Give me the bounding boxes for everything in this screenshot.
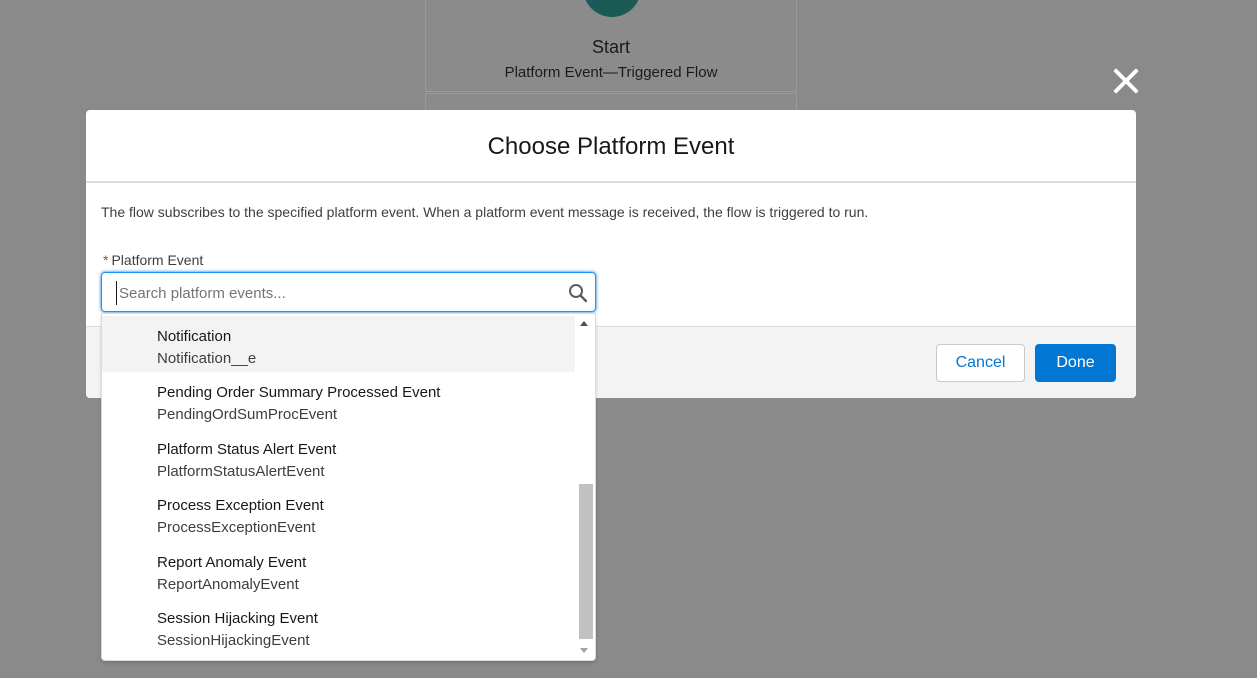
option-label: Process Exception Event — [157, 497, 324, 514]
platform-event-listbox[interactable]: Notification Notification__e Pending Ord… — [101, 313, 596, 661]
platform-event-label-text: Platform Event — [111, 252, 204, 268]
start-node-card: Start Platform Event—Triggered Flow — [425, 0, 797, 92]
modal-description: The flow subscribes to the specified pla… — [101, 204, 869, 220]
platform-event-label: * Platform Event — [103, 252, 203, 268]
start-node-subtitle: Platform Event—Triggered Flow — [504, 64, 718, 81]
cancel-button[interactable]: Cancel — [936, 344, 1025, 382]
list-item[interactable]: Platform Status Alert Event PlatformStat… — [102, 429, 575, 485]
list-item[interactable]: Notification Notification__e — [102, 316, 575, 372]
list-item[interactable]: Process Exception Event ProcessException… — [102, 485, 575, 541]
option-label: Pending Order Summary Processed Event — [157, 384, 441, 401]
option-api-name: ProcessExceptionEvent — [157, 519, 316, 536]
listbox-scrollbar[interactable] — [575, 314, 595, 660]
modal-title: Choose Platform Event — [86, 110, 1136, 183]
scroll-up-arrow-icon[interactable] — [580, 321, 588, 326]
search-icon — [569, 284, 588, 303]
modal-body: The flow subscribes to the specified pla… — [86, 183, 1136, 326]
list-item[interactable]: Session Hijacking Event SessionHijacking… — [102, 598, 575, 654]
required-marker: * — [103, 252, 109, 268]
option-label: Platform Status Alert Event — [157, 441, 337, 458]
list-item[interactable]: Report Anomaly Event ReportAnomalyEvent — [102, 542, 575, 598]
platform-event-search-input[interactable] — [116, 281, 561, 305]
option-api-name: Notification__e — [157, 350, 257, 367]
close-icon[interactable] — [1111, 66, 1141, 96]
option-label: Notification — [157, 328, 232, 345]
platform-event-combobox[interactable] — [101, 272, 596, 312]
scroll-thumb[interactable] — [579, 484, 593, 639]
option-label: Report Anomaly Event — [157, 554, 307, 571]
option-label: Session Hijacking Event — [157, 610, 318, 627]
option-api-name: SessionHijackingEvent — [157, 632, 310, 649]
option-api-name: PlatformStatusAlertEvent — [157, 463, 325, 480]
list-item[interactable]: Pending Order Summary Processed Event Pe… — [102, 372, 575, 428]
start-node-title: Start — [591, 37, 630, 57]
option-api-name: PendingOrdSumProcEvent — [157, 406, 338, 423]
option-api-name: ReportAnomalyEvent — [157, 576, 299, 593]
start-node-icon — [583, 0, 641, 17]
scroll-down-arrow-icon[interactable] — [580, 648, 588, 653]
done-button[interactable]: Done — [1035, 344, 1116, 382]
